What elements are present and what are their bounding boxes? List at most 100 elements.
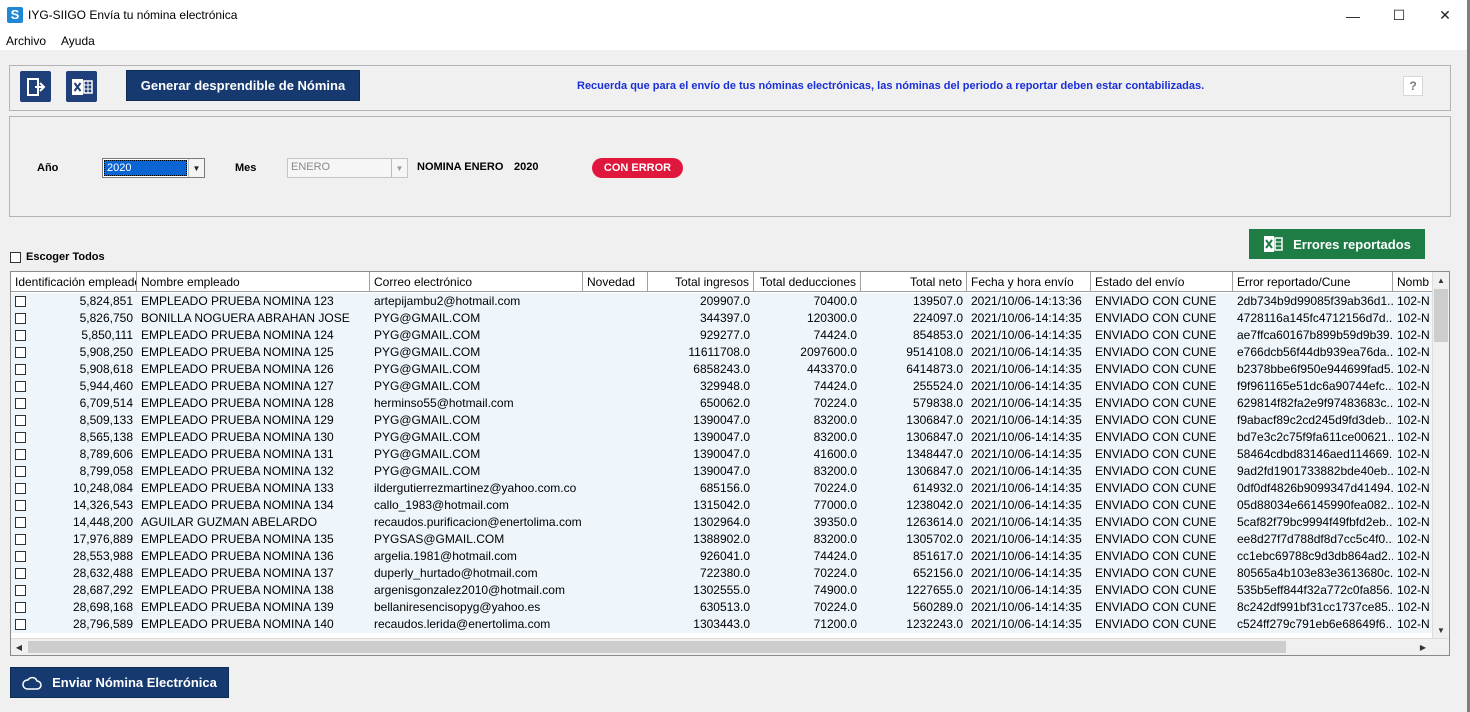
row-select-checkbox[interactable] — [15, 551, 26, 562]
col-header-error-cune[interactable]: Error reportado/Cune — [1233, 272, 1393, 292]
table-row[interactable]: 28,698,168 EMPLEADO PRUEBA NOMINA 139 bell… — [11, 599, 1433, 616]
table-row[interactable]: 5,824,851 EMPLEADO PRUEBA NOMINA 123 artep… — [11, 293, 1433, 310]
cell-identificacion: 8,509,133 — [11, 412, 137, 429]
mes-select-value: ENERO — [291, 161, 331, 173]
row-select-checkbox[interactable] — [15, 466, 26, 477]
cell-error-cune: cc1ebc69788c9d3db864ad2... — [1237, 549, 1393, 563]
row-select-checkbox[interactable] — [15, 330, 26, 341]
scroll-up-icon[interactable]: ▲ — [1433, 272, 1449, 288]
cell-total-neto: 854853.0 — [912, 328, 963, 342]
row-select-checkbox[interactable] — [15, 347, 26, 358]
cell-total-neto: 1305702.0 — [906, 532, 963, 546]
scroll-down-icon[interactable]: ▼ — [1433, 622, 1449, 638]
table-row[interactable]: 28,553,988 EMPLEADO PRUEBA NOMINA 136 arge… — [11, 548, 1433, 565]
table-row[interactable]: 5,908,618 EMPLEADO PRUEBA NOMINA 126 PYG@G… — [11, 361, 1433, 378]
col-header-total-deducciones[interactable]: Total deducciones — [754, 272, 861, 292]
cell-nombre: EMPLEADO PRUEBA NOMINA 130 — [141, 430, 334, 444]
row-select-checkbox[interactable] — [15, 602, 26, 613]
table-row[interactable]: 14,448,200 AGUILAR GUZMAN ABELARDO recaudo… — [11, 514, 1433, 531]
col-header-nombre-archivo[interactable]: Nomb — [1393, 272, 1433, 292]
enviar-nomina-button[interactable]: Enviar Nómina Electrónica — [10, 667, 229, 698]
excel-export-button[interactable] — [66, 71, 97, 102]
table-row[interactable]: 14,326,543 EMPLEADO PRUEBA NOMINA 134 call… — [11, 497, 1433, 514]
cell-error-cune: 9ad2fd1901733882bde40eb... — [1237, 464, 1393, 478]
col-header-nombre[interactable]: Nombre empleado — [137, 272, 370, 292]
row-select-checkbox[interactable] — [15, 585, 26, 596]
mes-select[interactable]: ENERO ▼ — [287, 158, 408, 178]
row-select-checkbox[interactable] — [15, 415, 26, 426]
exit-button[interactable] — [20, 71, 51, 102]
chevron-down-icon[interactable]: ▼ — [188, 159, 204, 177]
table-row[interactable]: 17,976,889 EMPLEADO PRUEBA NOMINA 135 PYGS… — [11, 531, 1433, 548]
row-select-checkbox[interactable] — [15, 500, 26, 511]
vertical-scroll-thumb[interactable] — [1434, 289, 1448, 342]
table-row[interactable]: 5,826,750 BONILLA NOGUERA ABRAHAN JOSE PYG… — [11, 310, 1433, 327]
cell-total-deducciones: 74424.0 — [813, 549, 857, 563]
identificacion-value: 28,687,292 — [72, 583, 133, 597]
row-select-checkbox[interactable] — [15, 313, 26, 324]
table-row[interactable]: 28,632,488 EMPLEADO PRUEBA NOMINA 137 dupe… — [11, 565, 1433, 582]
horizontal-scrollbar[interactable]: ◀ ▶ — [11, 638, 1449, 655]
anio-select[interactable]: 2020 ▼ — [102, 158, 205, 178]
col-header-identificacion[interactable]: Identificación empleado — [11, 272, 137, 292]
cell-identificacion: 5,908,618 — [11, 361, 137, 378]
cell-total-deducciones: 77000.0 — [813, 498, 857, 512]
horizontal-scroll-thumb[interactable] — [28, 641, 1286, 653]
escoger-todos-checkbox[interactable] — [10, 252, 21, 263]
errores-reportados-button[interactable]: Errores reportados — [1249, 229, 1425, 259]
row-select-checkbox[interactable] — [15, 568, 26, 579]
menu-archivo[interactable]: Archivo — [6, 34, 46, 48]
row-select-checkbox[interactable] — [15, 398, 26, 409]
col-header-total-ingresos[interactable]: Total ingresos — [648, 272, 754, 292]
row-select-checkbox[interactable] — [15, 381, 26, 392]
maximize-button[interactable]: ☐ — [1376, 0, 1422, 31]
table-row[interactable]: 28,796,589 EMPLEADO PRUEBA NOMINA 140 reca… — [11, 616, 1433, 633]
menu-ayuda[interactable]: Ayuda — [61, 34, 95, 48]
row-select-checkbox[interactable] — [15, 517, 26, 528]
table-row[interactable]: 8,565,138 EMPLEADO PRUEBA NOMINA 130 PYG@G… — [11, 429, 1433, 446]
identificacion-value: 8,565,138 — [79, 430, 133, 444]
scroll-right-icon[interactable]: ▶ — [1415, 639, 1431, 655]
table-row[interactable]: 5,944,460 EMPLEADO PRUEBA NOMINA 127 PYG@G… — [11, 378, 1433, 395]
row-select-checkbox[interactable] — [15, 449, 26, 460]
chevron-down-icon[interactable]: ▼ — [391, 159, 407, 177]
table-row[interactable]: 28,687,292 EMPLEADO PRUEBA NOMINA 138 arge… — [11, 582, 1433, 599]
vertical-scrollbar[interactable]: ▲ ▼ — [1432, 272, 1449, 638]
table-row[interactable]: 5,850,111 EMPLEADO PRUEBA NOMINA 124 PYG@G… — [11, 327, 1433, 344]
table-row[interactable]: 8,789,606 EMPLEADO PRUEBA NOMINA 131 PYG@G… — [11, 446, 1433, 463]
cell-total-neto: 560289.0 — [912, 600, 963, 614]
table-row[interactable]: 8,799,058 EMPLEADO PRUEBA NOMINA 132 PYG@G… — [11, 463, 1433, 480]
cell-estado-envio: ENVIADO CON CUNE — [1095, 481, 1217, 495]
row-select-checkbox[interactable] — [15, 296, 26, 307]
generar-desprendible-button[interactable]: Generar desprendible de Nómina — [126, 70, 360, 101]
table-row[interactable]: 10,248,084 EMPLEADO PRUEBA NOMINA 133 ilde… — [11, 480, 1433, 497]
identificacion-value: 28,698,168 — [72, 600, 133, 614]
col-header-correo[interactable]: Correo electrónico — [370, 272, 583, 292]
cell-fecha-envio: 2021/10/06-14:14:35 — [971, 430, 1082, 444]
cell-estado-envio: ENVIADO CON CUNE — [1095, 294, 1217, 308]
cell-error-cune: 535b5eff844f32a772c0fa856... — [1237, 583, 1393, 597]
minimize-button[interactable]: — — [1330, 0, 1376, 31]
row-select-checkbox[interactable] — [15, 364, 26, 375]
table-row[interactable]: 6,709,514 EMPLEADO PRUEBA NOMINA 128 hermi… — [11, 395, 1433, 412]
cell-total-deducciones: 70224.0 — [813, 396, 857, 410]
col-header-fecha-envio[interactable]: Fecha y hora envío — [967, 272, 1091, 292]
scroll-left-icon[interactable]: ◀ — [11, 639, 27, 655]
table-row[interactable]: 8,509,133 EMPLEADO PRUEBA NOMINA 129 PYG@G… — [11, 412, 1433, 429]
cell-error-cune: c524ff279c791eb6e68649f6... — [1237, 617, 1393, 631]
row-select-checkbox[interactable] — [15, 534, 26, 545]
cell-nombre: EMPLEADO PRUEBA NOMINA 123 — [141, 294, 334, 308]
help-button[interactable]: ? — [1403, 76, 1423, 96]
col-header-estado-envio[interactable]: Estado del envío — [1091, 272, 1233, 292]
table-row[interactable]: 5,908,250 EMPLEADO PRUEBA NOMINA 125 PYG@G… — [11, 344, 1433, 361]
cell-error-cune: bd7e3c2c75f9fa611ce00621... — [1237, 430, 1393, 444]
row-select-checkbox[interactable] — [15, 619, 26, 630]
row-select-checkbox[interactable] — [15, 432, 26, 443]
col-header-total-neto[interactable]: Total neto — [861, 272, 967, 292]
cell-correo: PYG@GMAIL.COM — [374, 311, 481, 325]
identificacion-value: 17,976,889 — [72, 532, 133, 546]
cell-correo: PYG@GMAIL.COM — [374, 379, 481, 393]
close-button[interactable]: ✕ — [1422, 0, 1468, 31]
row-select-checkbox[interactable] — [15, 483, 26, 494]
col-header-novedad[interactable]: Novedad — [583, 272, 648, 292]
